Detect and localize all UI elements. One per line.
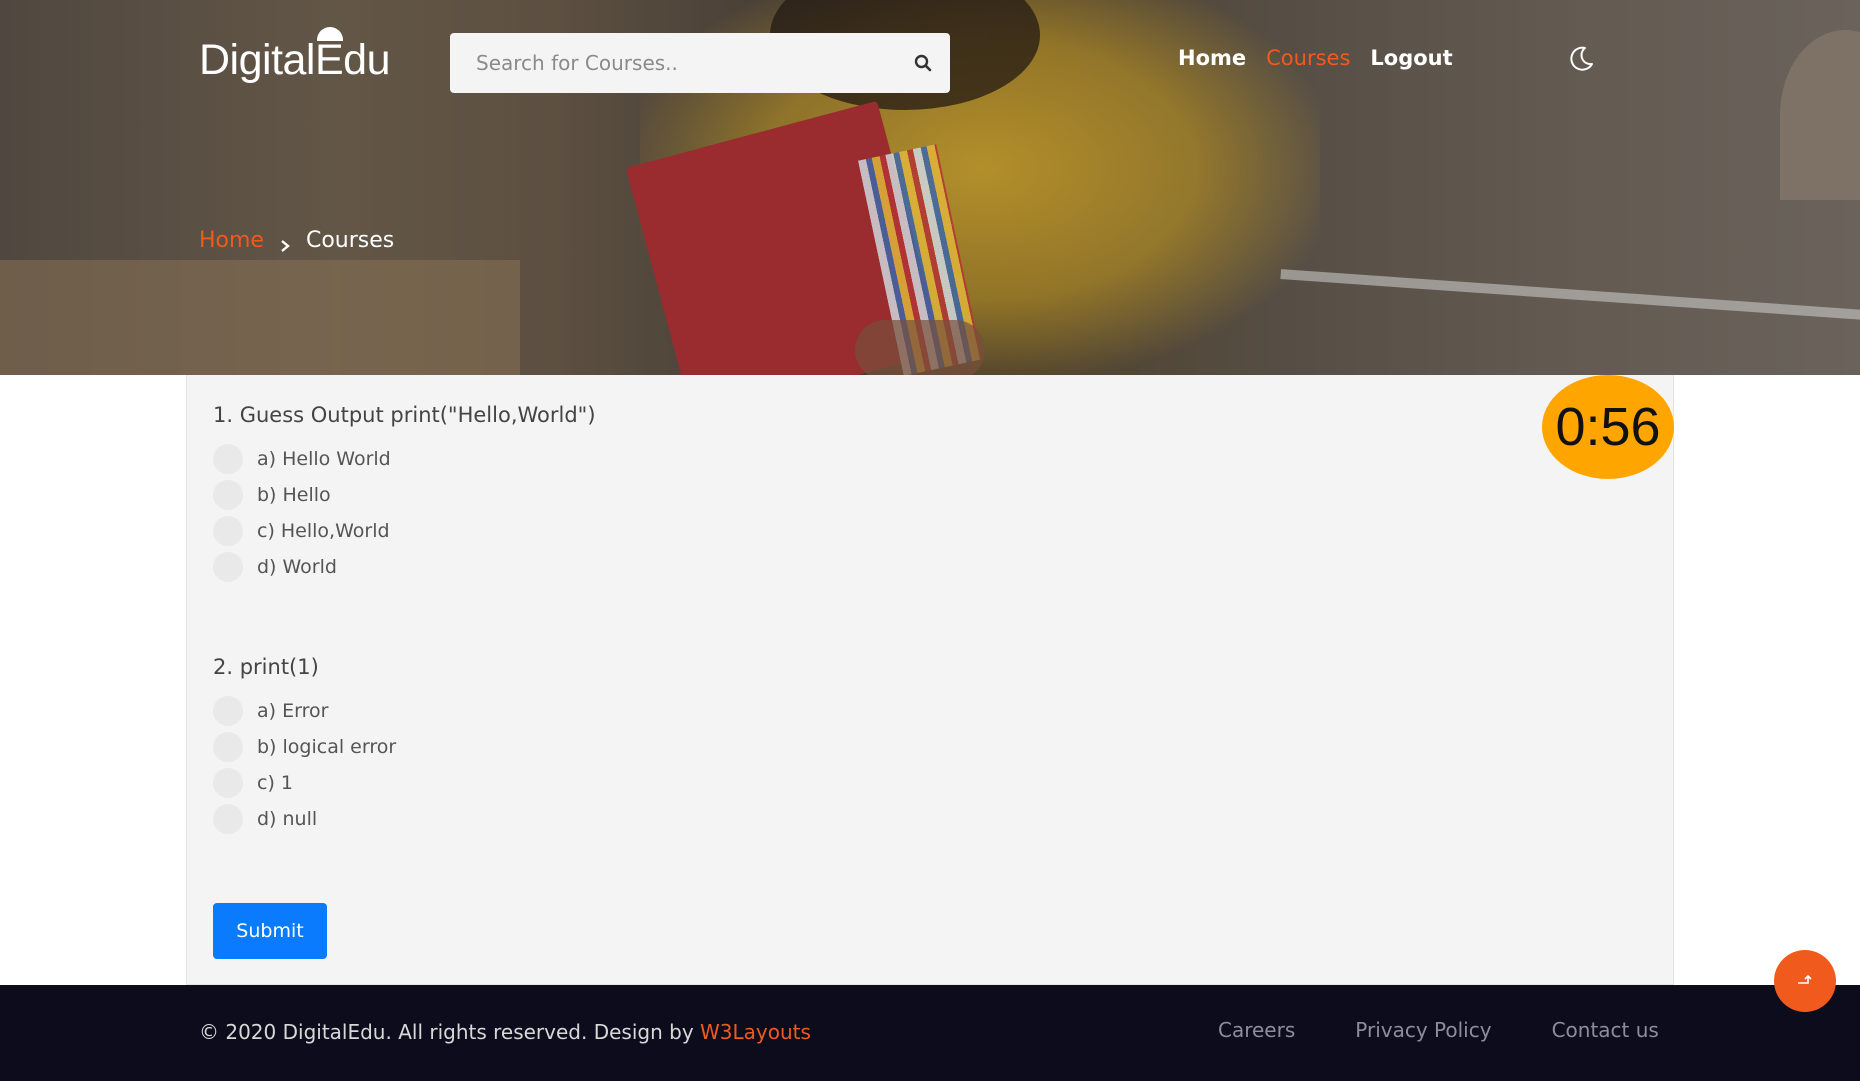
nav-logout[interactable]: Logout [1370, 46, 1452, 70]
moon-icon[interactable] [1566, 44, 1596, 74]
hero-background-book [625, 100, 945, 375]
question-1: 1. Guess Output print("Hello,World") a) … [213, 403, 596, 585]
scroll-to-top-button[interactable] [1774, 950, 1836, 1012]
option-row: b) Hello [213, 477, 596, 513]
question-2: 2. print(1) a) Error b) logical error c)… [213, 655, 396, 837]
hero-background-hand [855, 320, 985, 375]
footer: © 2020 DigitalEdu. All rights reserved. … [0, 985, 1860, 1081]
option-label[interactable]: d) World [257, 556, 337, 578]
option-row: b) logical error [213, 729, 396, 765]
hero-background-notebooks [858, 144, 982, 375]
option-radio[interactable] [213, 696, 243, 726]
chevron-right-icon [278, 234, 292, 252]
quiz-panel: 1. Guess Output print("Hello,World") a) … [186, 375, 1674, 985]
option-row: a) Error [213, 693, 396, 729]
option-label[interactable]: b) logical error [257, 736, 396, 758]
question-title: 2. print(1) [213, 655, 319, 679]
search-icon[interactable] [896, 33, 950, 93]
nav-home[interactable]: Home [1178, 46, 1246, 70]
copyright: © 2020 DigitalEdu. All rights reserved. … [199, 1020, 811, 1044]
option-label[interactable]: a) Hello World [257, 448, 391, 470]
option-radio[interactable] [213, 768, 243, 798]
search-input[interactable] [450, 33, 896, 93]
option-label[interactable]: a) Error [257, 700, 328, 722]
option-label[interactable]: d) null [257, 808, 317, 830]
option-label[interactable]: c) Hello,World [257, 520, 390, 542]
breadcrumb-current: Courses [305, 228, 395, 253]
footer-links: Careers Privacy Policy Contact us [1218, 1018, 1659, 1042]
countdown-timer: 0:56 [1542, 375, 1674, 479]
option-label[interactable]: b) Hello [257, 484, 331, 506]
graduation-cap-icon [317, 27, 343, 41]
search-bar [450, 33, 950, 93]
option-row: c) 1 [213, 765, 396, 801]
option-radio[interactable] [213, 552, 243, 582]
option-row: d) null [213, 801, 396, 837]
option-row: a) Hello World [213, 441, 596, 477]
option-row: c) Hello,World [213, 513, 596, 549]
main-nav: Home Courses Logout [1178, 46, 1453, 70]
nav-courses[interactable]: Courses [1266, 46, 1350, 70]
hero-background-dome [1780, 30, 1860, 200]
option-label[interactable]: c) 1 [257, 772, 293, 794]
question-title: 1. Guess Output print("Hello,World") [213, 403, 596, 427]
footer-link-contact-us[interactable]: Contact us [1552, 1018, 1659, 1042]
logo[interactable]: DigitalEdu [199, 27, 391, 92]
logo-text: DigitalEdu [199, 36, 391, 84]
footer-link-careers[interactable]: Careers [1218, 1018, 1295, 1042]
footer-link-privacy-policy[interactable]: Privacy Policy [1355, 1018, 1491, 1042]
arrow-up-icon [1796, 972, 1814, 991]
option-radio[interactable] [213, 480, 243, 510]
option-row: d) World [213, 549, 596, 585]
option-radio[interactable] [213, 804, 243, 834]
hero-background-building [0, 260, 520, 375]
breadcrumb: Home Courses [199, 228, 394, 253]
breadcrumb-home[interactable]: Home [199, 228, 264, 253]
option-radio[interactable] [213, 732, 243, 762]
option-radio[interactable] [213, 516, 243, 546]
designer-link[interactable]: W3Layouts [700, 1020, 811, 1044]
option-radio[interactable] [213, 444, 243, 474]
hero-banner: DigitalEdu Home Courses Logout Home Cour… [0, 0, 1860, 375]
copyright-text: © 2020 DigitalEdu. All rights reserved. … [199, 1020, 701, 1044]
hero-background-rail [1280, 269, 1860, 321]
submit-button[interactable]: Submit [213, 903, 327, 959]
